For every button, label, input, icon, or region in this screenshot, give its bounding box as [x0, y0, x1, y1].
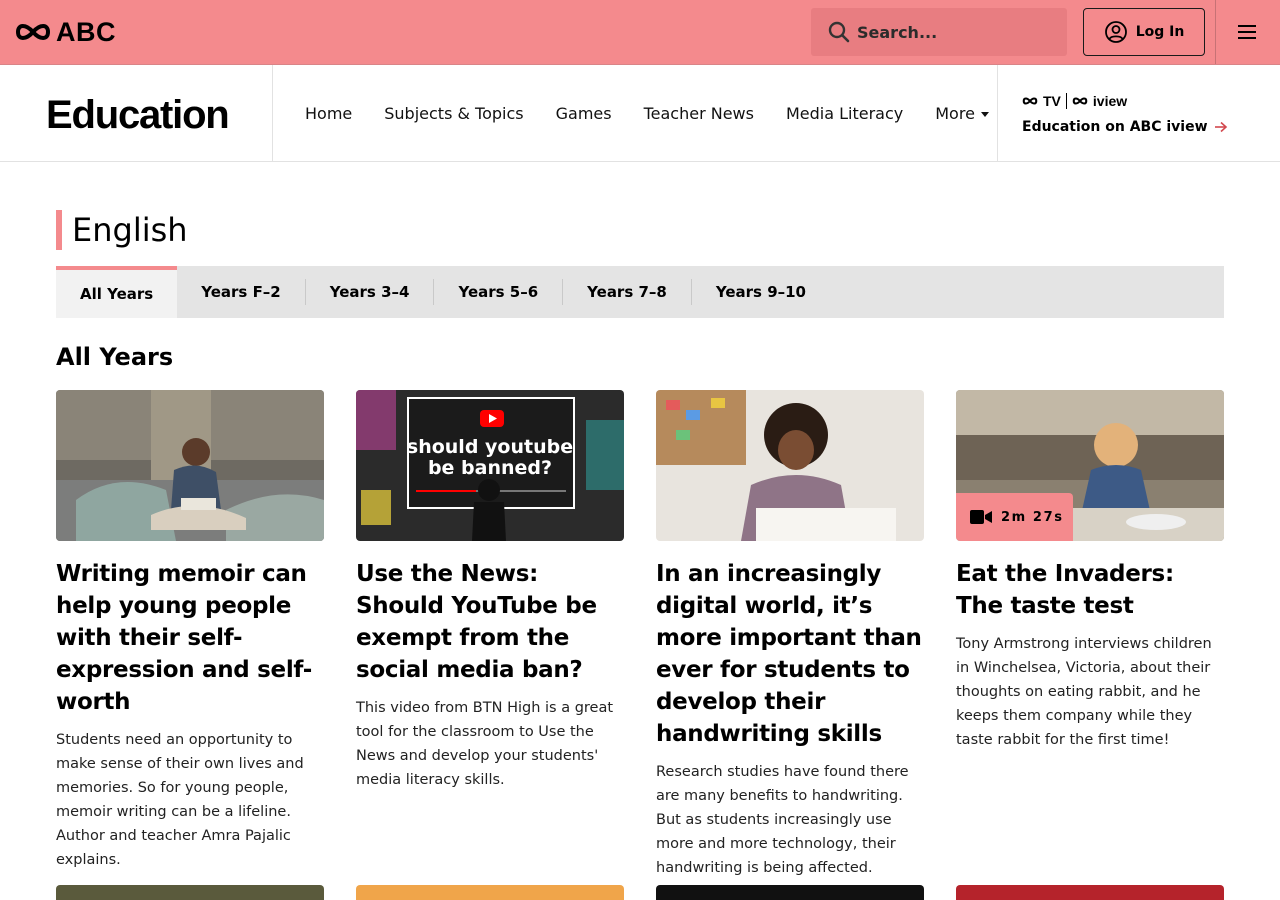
login-label: Log In [1135, 24, 1185, 40]
next-card-thumbnail[interactable] [356, 885, 624, 900]
video-duration-badge: 2m 27s [956, 493, 1073, 541]
nav-link-games[interactable]: Games [540, 104, 628, 123]
thumb-caption-line2: be banned? [428, 457, 552, 479]
iview-link-label: Education on ABC iview [1022, 119, 1208, 135]
card-description: Tony Armstrong interviews children in Wi… [956, 636, 1212, 748]
caret-down-icon [980, 111, 989, 117]
search-input[interactable]: Search... [811, 8, 1067, 56]
abc-logo[interactable]: ABC [16, 17, 116, 47]
thumb-caption-line1: should youtube [407, 436, 573, 458]
article-card[interactable]: In an increasingly digital world, it’s m… [656, 390, 924, 880]
abc-lissajous-small-icon-2 [1072, 97, 1088, 105]
page-title: English [56, 210, 188, 250]
card-thumbnail[interactable]: should youtube be banned? [356, 390, 624, 541]
nav-link-subjects-topics[interactable]: Subjects & Topics [368, 104, 539, 123]
abc-tv-logo-text: TV [1043, 93, 1061, 109]
should-youtube-be-banned-image: should youtube be banned? [356, 390, 624, 541]
nav-links: Home Subjects & Topics Games Teacher New… [273, 65, 1005, 161]
section-subheading: All Years [56, 343, 174, 371]
education-brand[interactable]: Education [46, 93, 230, 138]
card-title[interactable]: Use the News: Should YouTube be exempt f… [356, 558, 624, 686]
abc-tv-iview-logo: TV iview [1022, 92, 1228, 110]
student-handwriting-image [656, 390, 924, 541]
menu-divider [1215, 0, 1216, 64]
nav-link-teacher-news[interactable]: Teacher News [628, 104, 770, 123]
tab-years-7-8[interactable]: Years 7–8 [563, 266, 691, 318]
login-button[interactable]: Log In [1083, 8, 1205, 56]
article-card[interactable]: Writing memoir can help young people wit… [56, 390, 324, 872]
nav-divider-right [997, 65, 998, 161]
nav-link-home[interactable]: Home [273, 104, 368, 123]
video-card[interactable]: 2m 27s Eat the Invaders: The taste test … [956, 390, 1224, 752]
card-title[interactable]: Eat the Invaders: The taste test [956, 558, 1224, 622]
video-duration: 2m 27s [1001, 509, 1064, 525]
card-title[interactable]: Writing memoir can help young people wit… [56, 558, 324, 718]
user-icon [1104, 21, 1127, 43]
card-description: This video from BTN High is a great tool… [356, 700, 614, 788]
card-description: Research studies have found there are ma… [656, 764, 909, 876]
search-placeholder: Search... [857, 22, 938, 42]
search-icon [828, 21, 850, 43]
nav-more-label: More [935, 103, 975, 123]
card-description: Students need an opportunity to make sen… [56, 732, 304, 868]
card-title[interactable]: In an increasingly digital world, it’s m… [656, 558, 924, 750]
nav-more-dropdown[interactable]: More [919, 104, 1005, 123]
tab-years-5-6[interactable]: Years 5–6 [434, 266, 562, 318]
card-thumbnail[interactable] [56, 390, 324, 541]
card-thumbnail[interactable]: 2m 27s [956, 390, 1224, 541]
next-card-thumbnail[interactable] [56, 885, 324, 900]
card-thumbnail[interactable] [656, 390, 924, 541]
iview-promo[interactable]: TV iview Education on ABC iview [1022, 92, 1228, 135]
top-bar: ABC Search... Log In [0, 0, 1280, 65]
tab-years-3-4[interactable]: Years 3–4 [306, 266, 434, 318]
arrow-right-icon [1214, 121, 1227, 133]
abc-lissajous-icon [16, 24, 50, 40]
next-card-thumbnail[interactable] [656, 885, 924, 900]
abc-lissajous-small-icon [1022, 97, 1038, 105]
logo-separator [1065, 93, 1067, 109]
nav-link-media-literacy[interactable]: Media Literacy [770, 104, 919, 123]
year-tabs: All Years Years F–2 Years 3–4 Years 5–6 … [56, 266, 1224, 318]
girl-writing-on-sofa-image [56, 390, 324, 541]
tab-years-9-10[interactable]: Years 9–10 [692, 266, 830, 318]
hamburger-menu-icon[interactable] [1236, 22, 1258, 42]
tab-all-years[interactable]: All Years [56, 266, 178, 318]
article-card[interactable]: should youtube be banned? Use the News: … [356, 390, 624, 792]
iview-link[interactable]: Education on ABC iview [1022, 119, 1228, 135]
iview-logo-text: iview [1092, 93, 1128, 109]
abc-logo-text: ABC [56, 16, 116, 47]
video-camera-icon [970, 510, 992, 524]
next-card-thumbnail[interactable] [956, 885, 1224, 900]
tab-years-f-2[interactable]: Years F–2 [177, 266, 305, 318]
education-nav: Education Home Subjects & Topics Games T… [0, 65, 1280, 162]
